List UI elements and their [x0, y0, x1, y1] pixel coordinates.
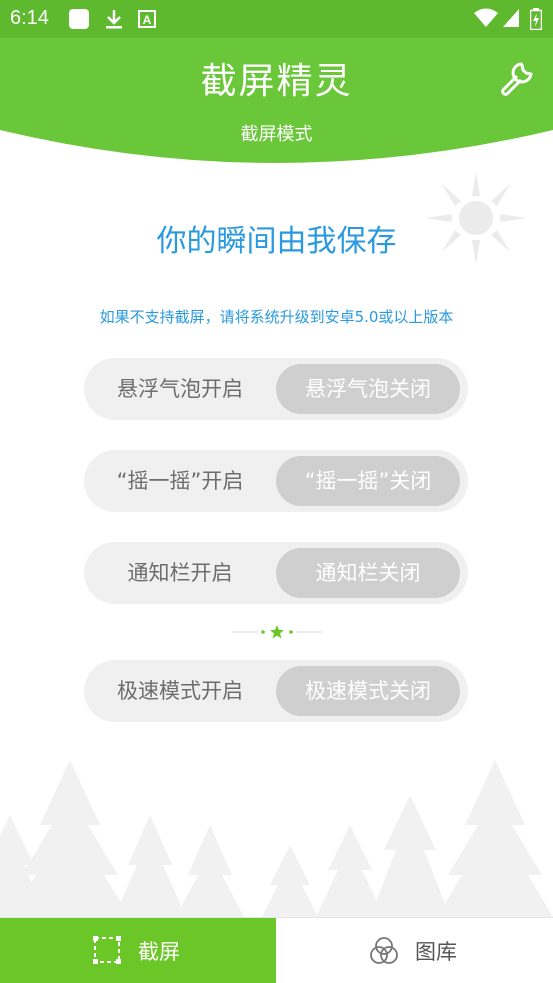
shake-off-button[interactable]: “摇一摇”关闭: [276, 456, 460, 506]
tab-screenshot[interactable]: 截屏: [0, 918, 276, 983]
tab-gallery[interactable]: 图库: [277, 918, 553, 983]
screenshot-frame-icon: [93, 936, 121, 968]
floating-bubble-off-button[interactable]: 悬浮气泡关闭: [276, 364, 460, 414]
toggle-notification-bar: 通知栏开启 通知栏关闭: [84, 542, 468, 604]
notification-bar-on-button[interactable]: 通知栏开启: [84, 542, 276, 604]
star-divider: [232, 625, 322, 639]
compatibility-notice: 如果不支持截屏，请将系统升级到安卓5.0或以上版本: [99, 308, 454, 326]
settings-button[interactable]: [497, 58, 537, 98]
slogan: 你的瞬间由我保存: [156, 224, 397, 259]
floating-bubble-on-button[interactable]: 悬浮气泡开启: [84, 358, 276, 420]
mode-subtitle: 截屏模式: [240, 124, 313, 145]
toggle-shake: “摇一摇”开启 “摇一摇”关闭: [84, 450, 468, 512]
status-time: 6:14: [10, 7, 49, 29]
gallery-circles-icon: [369, 936, 399, 970]
wrench-icon: [501, 62, 533, 96]
svg-text:A: A: [143, 13, 152, 27]
battery-icon: [529, 8, 543, 34]
app-title: 截屏精灵: [200, 61, 353, 102]
shake-on-button[interactable]: “摇一摇”开启: [84, 450, 276, 512]
status-bar: 6:14 A: [0, 0, 553, 38]
toggle-speed-mode: 极速模式开启 极速模式关闭: [84, 660, 468, 722]
a-badge-icon: A: [138, 8, 156, 34]
header: 截屏精灵 截屏模式: [0, 38, 553, 170]
tab-gallery-label: 图库: [415, 940, 457, 964]
app-square-icon: [68, 8, 90, 34]
bottom-navigation: 截屏 图库: [0, 917, 553, 983]
signal-icon: [502, 8, 520, 32]
tab-screenshot-label: 截屏: [138, 940, 180, 964]
wifi-icon: [474, 8, 498, 32]
speed-mode-on-button[interactable]: 极速模式开启: [84, 660, 276, 722]
forest-decoration: [0, 760, 553, 917]
toggle-floating-bubble: 悬浮气泡开启 悬浮气泡关闭: [84, 358, 468, 420]
speed-mode-off-button[interactable]: 极速模式关闭: [276, 666, 460, 716]
download-icon: [104, 8, 124, 34]
notification-bar-off-button[interactable]: 通知栏关闭: [276, 548, 460, 598]
